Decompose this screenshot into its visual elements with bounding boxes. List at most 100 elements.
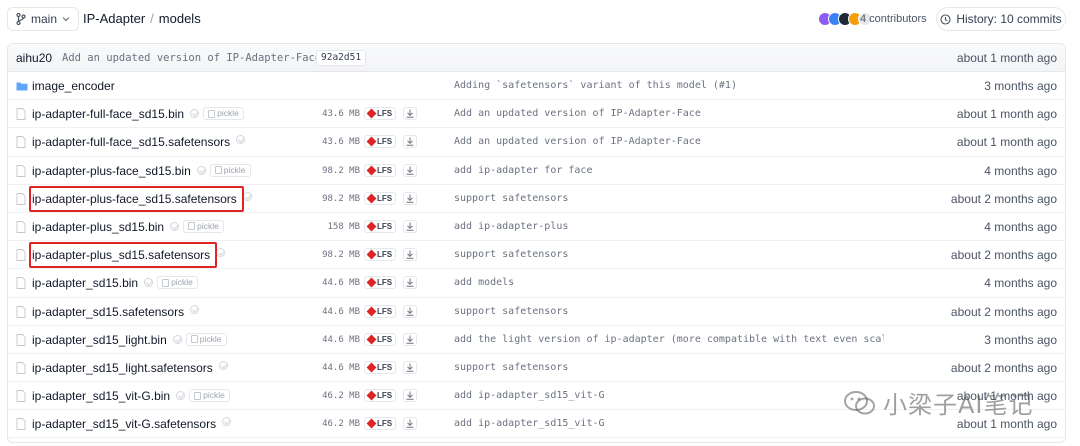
file-commit-message[interactable]: support safetensors bbox=[454, 193, 884, 204]
file-commit-message[interactable]: support safetensors bbox=[454, 362, 884, 373]
download-icon bbox=[406, 419, 414, 429]
file-name[interactable]: ip-adapter-full-face_sd15.safetensors bbox=[32, 135, 230, 149]
lfs-icon bbox=[366, 306, 377, 316]
file-name[interactable]: ip-adapter_sd15_vit-G.safetensors bbox=[32, 417, 216, 431]
download-button[interactable] bbox=[403, 191, 417, 205]
file-row[interactable]: ip-adapter-plus-face_sd15.bin pickle 98.2 … bbox=[8, 157, 1065, 185]
branch-name: main bbox=[31, 12, 58, 26]
download-button[interactable] bbox=[403, 107, 417, 121]
file-row[interactable]: ip-adapter_sd15_light.bin pickle 44.6 MB LF… bbox=[8, 326, 1065, 354]
file-name[interactable]: image_encoder bbox=[32, 79, 115, 93]
security-check-icon[interactable] bbox=[222, 417, 232, 427]
file-row[interactable]: ip-adapter-plus-face_sd15.safetensors 98.… bbox=[8, 185, 1065, 213]
download-button[interactable] bbox=[403, 135, 417, 149]
commit-date: about 1 month ago bbox=[956, 51, 1057, 65]
file-row[interactable]: ip-adapter_sd15.safetensors 44.6 MB LFS sup… bbox=[8, 298, 1065, 326]
file-meta: pickle bbox=[196, 163, 251, 177]
file-meta: pickle bbox=[190, 107, 244, 121]
file-date: 4 months ago bbox=[984, 219, 1057, 234]
file-commit-message[interactable]: add ip-adapter_sd15_vit-G bbox=[454, 390, 884, 401]
file-name[interactable]: ip-adapter_sd15_light.safetensors bbox=[32, 361, 213, 375]
lfs-badge: LFS bbox=[364, 191, 397, 205]
file-icon bbox=[16, 220, 26, 233]
security-check-icon[interactable] bbox=[176, 391, 186, 401]
file-name[interactable]: ip-adapter-full-face_sd15.bin bbox=[32, 107, 184, 121]
file-icon bbox=[16, 277, 26, 290]
file-name[interactable]: ip-adapter-plus-face_sd15.safetensors bbox=[32, 192, 237, 206]
file-name[interactable]: ip-adapter-plus_sd15.bin bbox=[32, 220, 164, 234]
file-commit-message[interactable]: add ip-adapter_sd15_vit-G bbox=[454, 418, 884, 429]
pickle-badge[interactable]: pickle bbox=[189, 389, 230, 403]
security-check-icon[interactable] bbox=[190, 109, 200, 119]
file-name[interactable]: ip-adapter_sd15.safetensors bbox=[32, 305, 184, 319]
file-commit-message[interactable]: add ip-adapter-plus bbox=[454, 221, 884, 232]
security-check-icon[interactable] bbox=[172, 334, 182, 344]
file-row[interactable]: ip-adapter_sd15.bin pickle 44.6 MB LFS add m… bbox=[8, 269, 1065, 298]
file-commit-message[interactable]: add models bbox=[454, 277, 884, 288]
download-button[interactable] bbox=[403, 163, 417, 177]
file-commit-message[interactable]: add the light version of ip-adapter (mor… bbox=[454, 334, 884, 345]
security-check-icon[interactable] bbox=[218, 360, 228, 370]
lfs-icon bbox=[366, 108, 377, 119]
security-check-icon[interactable] bbox=[190, 304, 200, 314]
file-name[interactable]: ip-adapter_sd15_light.bin bbox=[32, 333, 167, 347]
file-name[interactable]: ip-adapter_sd15.bin bbox=[32, 276, 138, 290]
commit-message[interactable]: Add an updated version of IP-Adapter-Fac… bbox=[62, 52, 321, 64]
file-row[interactable]: ip-adapter-plus_sd15.safetensors 98.2 MB L… bbox=[8, 241, 1065, 270]
download-button[interactable] bbox=[403, 389, 417, 403]
contributors-count[interactable]: 4 contributors bbox=[860, 13, 927, 25]
history-button[interactable]: History: 10 commits bbox=[936, 7, 1066, 31]
download-button[interactable] bbox=[403, 248, 417, 262]
clock-icon bbox=[940, 13, 951, 25]
file-row[interactable]: ip-adapter-full-face_sd15.safetensors 43.… bbox=[8, 128, 1065, 157]
pickle-badge[interactable]: pickle bbox=[209, 163, 251, 177]
security-check-icon[interactable] bbox=[170, 221, 180, 231]
file-commit-message[interactable]: add ip-adapter for face bbox=[454, 165, 884, 176]
file-commit-message[interactable]: Adding `safetensors` variant of this mod… bbox=[454, 80, 884, 91]
commit-sha[interactable]: 92a2d51 bbox=[316, 50, 367, 66]
file-name[interactable]: ip-adapter-plus_sd15.safetensors bbox=[32, 248, 210, 262]
commit-author[interactable]: aihu20 bbox=[16, 51, 52, 65]
file-row[interactable]: ip-adapter-plus_sd15.bin pickle 158 MB LFS a… bbox=[8, 213, 1065, 242]
file-size: 98.2 MB bbox=[322, 165, 360, 176]
file-size: 44.6 MB bbox=[322, 334, 360, 345]
lfs-label: LFS bbox=[377, 221, 393, 231]
download-icon bbox=[406, 278, 414, 288]
security-check-icon[interactable] bbox=[144, 278, 154, 288]
file-name[interactable]: ip-adapter_sd15_vit-G.bin bbox=[32, 389, 170, 403]
file-date: 3 months ago bbox=[984, 332, 1057, 347]
file-date: 4 months ago bbox=[984, 163, 1057, 178]
security-check-icon[interactable] bbox=[196, 165, 206, 175]
lfs-badge: LFS bbox=[364, 248, 397, 262]
pickle-badge[interactable]: pickle bbox=[185, 332, 227, 346]
file-row[interactable]: image_encoder Adding `safetensors` varian… bbox=[8, 72, 1065, 101]
file-name[interactable]: ip-adapter-plus-face_sd15.bin bbox=[32, 164, 191, 178]
download-button[interactable] bbox=[403, 417, 417, 431]
watermark-text: 小梁子AI笔记 bbox=[883, 391, 1034, 419]
download-button[interactable] bbox=[403, 332, 417, 346]
security-check-icon[interactable] bbox=[242, 191, 252, 201]
branch-selector[interactable]: main bbox=[7, 7, 80, 31]
download-button[interactable] bbox=[403, 360, 417, 374]
file-commit-message[interactable]: Add an updated version of IP-Adapter-Fac… bbox=[454, 108, 884, 119]
breadcrumb-repo[interactable]: IP-Adapter bbox=[83, 11, 145, 26]
watermark: 小梁子AI笔记 bbox=[843, 385, 1034, 420]
file-row[interactable]: ip-adapter-full-face_sd15.bin pickle 43.6 … bbox=[8, 100, 1065, 129]
file-commit-message[interactable]: support safetensors bbox=[454, 306, 884, 317]
file-table: aihu20 Add an updated version of IP-Adap… bbox=[7, 43, 1066, 443]
pickle-badge[interactable]: pickle bbox=[183, 219, 224, 233]
download-icon bbox=[406, 194, 414, 203]
download-icon bbox=[406, 166, 414, 175]
pickle-badge[interactable]: pickle bbox=[157, 276, 198, 290]
security-check-icon[interactable] bbox=[236, 135, 246, 145]
last-commit-bar: aihu20 Add an updated version of IP-Adap… bbox=[8, 44, 1065, 72]
file-icon bbox=[16, 249, 26, 262]
file-commit-message[interactable]: support safetensors bbox=[454, 249, 884, 260]
file-row[interactable]: ip-adapter_sd15_light.safetensors 44.6 MB… bbox=[8, 354, 1065, 383]
pickle-badge[interactable]: pickle bbox=[203, 107, 244, 121]
download-button[interactable] bbox=[403, 219, 417, 233]
file-commit-message[interactable]: Add an updated version of IP-Adapter-Fac… bbox=[454, 136, 884, 147]
download-button[interactable] bbox=[403, 276, 417, 290]
download-button[interactable] bbox=[403, 304, 417, 318]
security-check-icon[interactable] bbox=[216, 248, 226, 258]
